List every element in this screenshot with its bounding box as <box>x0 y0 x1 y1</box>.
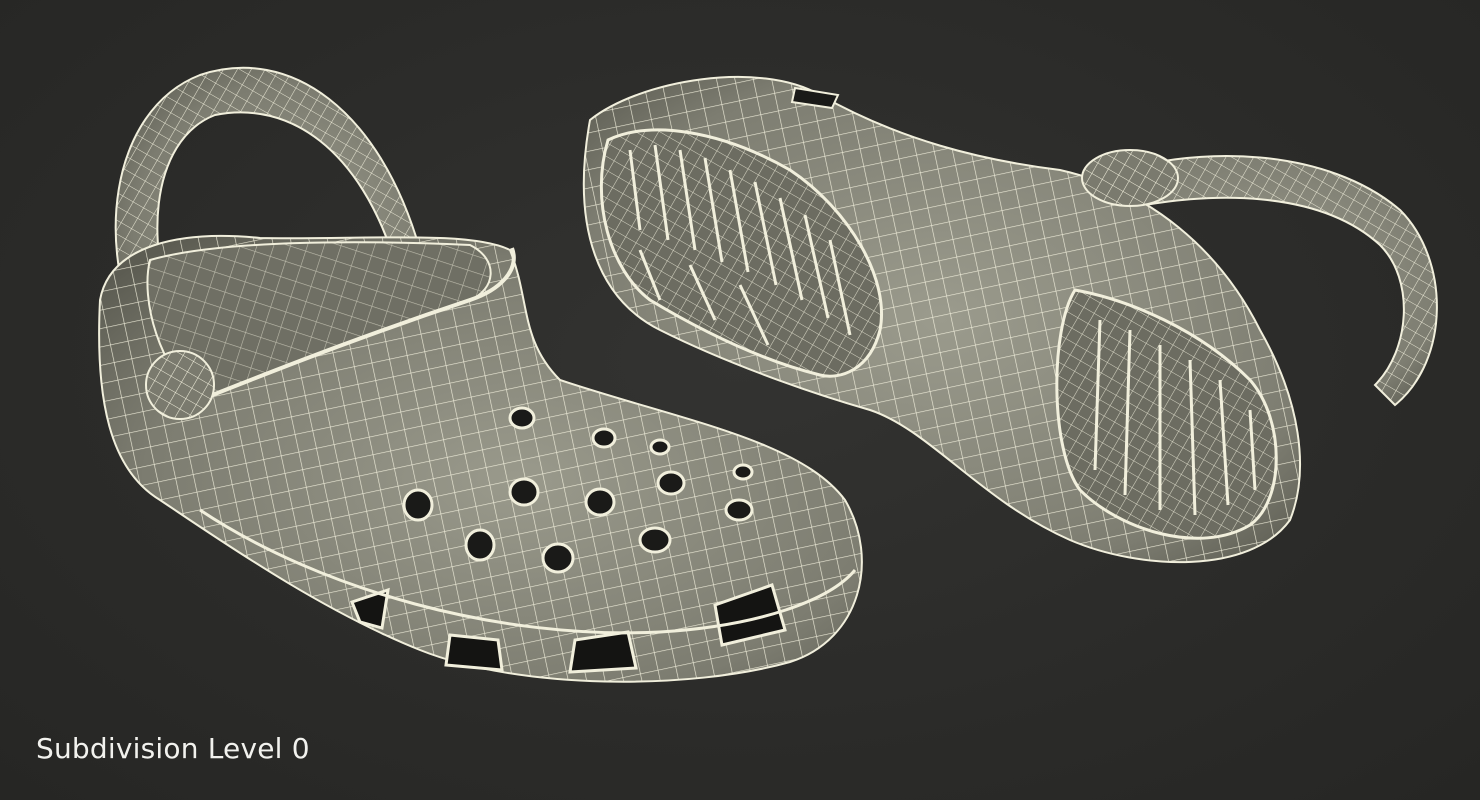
subdivision-level-caption: Subdivision Level 0 <box>36 732 310 765</box>
render-viewport: Subdivision Level 0 <box>0 0 1480 800</box>
clog-pair-render <box>98 66 1438 683</box>
